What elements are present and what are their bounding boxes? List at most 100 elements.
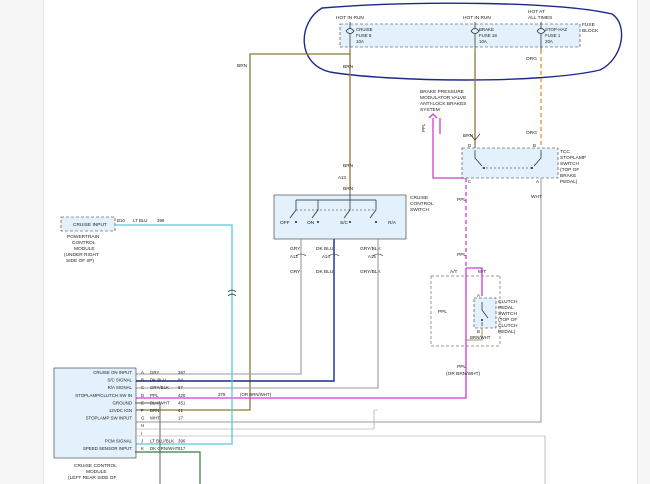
pcm-name-1: POWERTRAIN [67,234,100,240]
clutch-label-6: PEDAL) [498,329,516,335]
ccm-row-wire: DK GRN/WHT [150,446,179,451]
ccm-name-2: MODULE [86,469,107,475]
ccm-row-pin: C [141,385,144,390]
ccm-row-label: STOPLAMP/CLUTCH SW IN [75,393,132,398]
fuse-brake-rating: 10A [479,39,487,44]
tcc-label-1: TCC [560,149,570,155]
cruise-control-module: CRUISE ON INPUT A GRY 397 S/C SIGNAL B DK BLU 8… [53,367,272,481]
brake-module-line-2: MODULATOR VALVE [420,95,466,101]
wire-ppl-label-e: PPL [457,364,466,370]
clutch-label-2: PEDAL [498,305,514,311]
diagram-frame: HOT IN RUN HOT IN RUN HOT AT ALL TIMES F… [0,0,650,484]
cruise-switch-title-2: CONTROL [410,201,434,207]
pcm-name-2: CONTROL [72,240,96,246]
ccm-row-wire: GRY [150,370,160,375]
wire-ppl-module [432,124,466,179]
brake-module-line-3: ANTI-LOCK BRAKES [420,101,466,107]
brake-module-line-1: BRAKE PRESSURE [420,89,464,95]
pcm-circuit: 396 [157,218,165,223]
fuse-cruise-number: FUSE 8 [356,33,372,38]
tcc-label-5: BRAKE [560,173,576,179]
wire-org-label-b: ORG [526,130,537,136]
ccm-row-circuit: 420 [178,393,186,398]
wire-brn-label-a: BRN [237,63,248,69]
ccm-row-label: SPEED SENSOR INPUT [83,446,132,451]
ccm-row-circuit: 41 [178,408,183,413]
wire-dkblu-label-2: DK BLU [316,269,334,275]
ccm-row-wire: PPL [150,393,159,398]
cruise-control-switch: OFF ON S/C R/A CRUISE CONTROL SWITCH [273,190,434,240]
ccm-name-1: CRUISE CONTROL [74,463,117,469]
ccm-row-pin: B [141,378,144,383]
cruise-switch-title-1: CRUISE [410,195,428,201]
ccm-row-pin: I [141,431,142,436]
fuse-block-title-2: BLOCK [582,28,599,34]
ccm-row-pin: K [141,446,144,451]
ccm-row-circuit: 17 [178,416,183,421]
cruise-switch-pin-a12: A12 [290,254,298,259]
ccm-row-wire: BRN [150,408,159,413]
clutch-at-label: A/T [450,269,458,275]
ccm-name-3: (LEFT REAR SIDE OF [68,475,116,481]
wire-grybl-run [135,239,379,389]
wire-dkblu-run [135,239,335,382]
tcc-label-6: PEDAL) [560,179,578,185]
ccm-row-pin: D [141,393,144,398]
clutch-label-3: SWITCH [498,311,517,317]
tcc-label-3: SWITCH [560,161,579,167]
fuse-brake-name: BRAKE [479,27,494,32]
wire-gry-label-2: GRY [290,269,301,275]
wire-ppl-or-label: (OR BRN/WHT) [446,371,481,377]
ccm-row-label: GROUND [112,400,132,405]
wire-pin-i [135,435,546,484]
pcm-pin: B10 [117,218,125,223]
ccm-row-label: 12VDC IGN [109,408,132,413]
tcc-pin-c: C [468,179,471,184]
pcm-name-4: (UNDER RIGHT [64,252,99,258]
pcm-name-5: SIDE OF I/P) [66,258,94,264]
ccm-row-circuit: 396 [178,438,186,443]
ccm-row-wire: DK BLU [150,378,166,383]
ccm-row-pin: H [141,423,144,428]
switch-ra-label: R/A [388,220,397,226]
cruise-switch-pin-a13: A13 [338,175,346,180]
wire-ppl-label-d: PPL [438,309,447,315]
fuse-cruise-rating: 10A [356,39,364,44]
tcc-stoplamp-switch: D B C A TCC STOPLAMP SWITCH (TOP OF BRAK… [461,143,586,185]
ccm-row-pin: A [141,370,144,375]
fuse-stop-name: STOP-HAZ [545,27,567,32]
powertrain-control-module: CRUISE INPUT B10 LT BLU 396 POWERTRAIN C… [60,216,165,264]
wire-brn-label-c: BRN [343,163,354,169]
wire-brn-label-e: BRN [463,133,474,139]
tcc-label-2: STOPLAMP [560,155,586,161]
hot-at-all-times-label: HOT AT [528,9,545,15]
ccm-row-pin: J [141,438,143,443]
wiring-diagram: HOT IN RUN HOT IN RUN HOT AT ALL TIMES F… [53,2,623,484]
ccm-row-wire: WHT [150,416,160,421]
switch-off-label: OFF [280,220,290,226]
hot-at-all-times-label-2: ALL TIMES [528,15,552,21]
wire-ppl-label-b: PPL [457,197,466,203]
switch-sc-label: S/C [340,220,349,226]
pcm-cruise-input-label: CRUISE INPUT [73,222,107,228]
ccm-row-circuit: 397 [178,370,186,375]
switch-on-label: ON [307,220,315,226]
clutch-pin-b: B [477,329,480,334]
tcc-label-4: (TOP OF [560,167,579,173]
wire-org-label-a: ORG [526,56,537,62]
fuse-block: HOT IN RUN HOT IN RUN HOT AT ALL TIMES F… [336,9,599,50]
ccm-or-note: (OR BRN/WHT) [240,392,272,397]
wire-ppl-label-module: PPL [421,123,426,132]
ccm-row-wire: LT BLU/BLK [150,438,174,443]
clutch-pin-a: A [477,293,480,298]
ccm-row-label: CRUISE ON INPUT [93,370,132,375]
wire-pin-h [135,409,378,430]
clutch-label-1: CLUTCH [498,299,518,305]
tcc-pin-b: B [533,143,536,148]
ccm-row-label: STOPLAMP SW INPUT [86,416,133,421]
clutch-label-5: CLUTCH [498,323,518,329]
ccm-row-pin: F [141,408,144,413]
ccm-row-label: S/C SIGNAL [107,378,132,383]
ccm-row-circuit: 84 [178,378,183,383]
brake-module-line-4: SYSTEM [420,107,440,113]
